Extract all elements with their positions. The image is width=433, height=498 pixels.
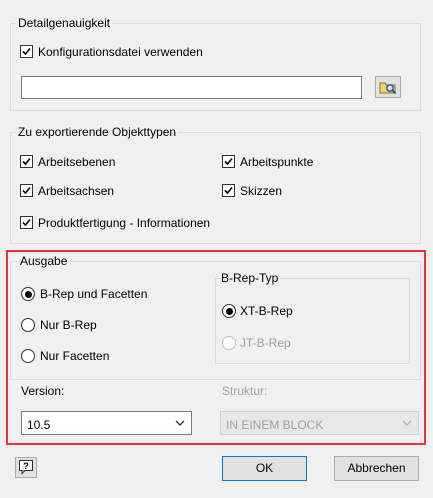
label-skizzen: Skizzen [240, 184, 283, 198]
label-xt-brep: XT-B-Rep [240, 304, 293, 318]
svg-text:?: ? [23, 461, 29, 471]
output-group-title: Ausgabe [18, 254, 70, 268]
radio-jt-brep[interactable] [222, 336, 236, 350]
label-arbeitsachsen: Arbeitsachsen [38, 184, 115, 198]
use-config-checkbox[interactable] [20, 45, 33, 58]
label-arbeitspunkte: Arbeitspunkte [240, 155, 314, 169]
browse-folder-icon [379, 82, 397, 95]
label-arbeitsebenen: Arbeitsebenen [38, 155, 116, 169]
cancel-button-label: Abbrechen [347, 461, 406, 475]
checkbox-arbeitspunkte[interactable] [222, 155, 235, 168]
version-label: Version: [21, 384, 65, 398]
label-jt-brep: JT-B-Rep [240, 336, 291, 350]
radio-nur-facetten[interactable] [21, 349, 35, 363]
browse-button[interactable] [375, 76, 401, 98]
checkmark-icon [22, 157, 31, 166]
detail-group-title: Detailgenauigkeit [16, 16, 113, 30]
structure-value: IN EINEM BLOCK [226, 418, 324, 432]
checkbox-produktfertigung[interactable] [20, 216, 33, 229]
checkbox-skizzen[interactable] [222, 184, 235, 197]
radio-brep-und-facetten[interactable] [21, 287, 35, 301]
checkmark-icon [22, 218, 31, 227]
use-config-label: Konfigurationsdatei verwenden [38, 45, 203, 59]
objects-group-title: Zu exportierende Objekttypen [16, 125, 179, 139]
label-nur-facetten: Nur Facetten [40, 349, 110, 363]
config-path-input[interactable] [21, 76, 362, 99]
checkmark-icon [22, 186, 31, 195]
checkmark-icon [224, 157, 233, 166]
brep-type-title: B-Rep-Typ [219, 271, 281, 285]
help-icon: ? [19, 460, 33, 475]
radio-xt-brep[interactable] [222, 304, 236, 318]
chevron-down-icon [175, 420, 185, 426]
checkmark-icon [22, 47, 31, 56]
version-value: 10.5 [27, 418, 51, 432]
label-brep-und-facetten: B-Rep und Facetten [40, 287, 148, 301]
radio-nur-brep[interactable] [21, 318, 35, 332]
brep-type-group [215, 278, 410, 364]
structure-label: Struktur: [222, 384, 268, 398]
help-button[interactable]: ? [15, 457, 37, 478]
radio-dot [24, 290, 32, 298]
version-select[interactable]: 10.5 [21, 411, 192, 435]
radio-dot [225, 307, 233, 315]
chevron-down-icon [402, 420, 412, 426]
label-produktfertigung: Produktfertigung - Informationen [38, 216, 211, 230]
checkmark-icon [224, 186, 233, 195]
checkbox-arbeitsebenen[interactable] [20, 155, 33, 168]
structure-select[interactable]: IN EINEM BLOCK [220, 411, 419, 435]
ok-button-label: OK [255, 461, 274, 475]
cancel-button[interactable]: Abbrechen [334, 456, 419, 481]
label-nur-brep: Nur B-Rep [40, 318, 97, 332]
checkbox-arbeitsachsen[interactable] [20, 184, 33, 197]
ok-button[interactable]: OK [222, 456, 307, 481]
